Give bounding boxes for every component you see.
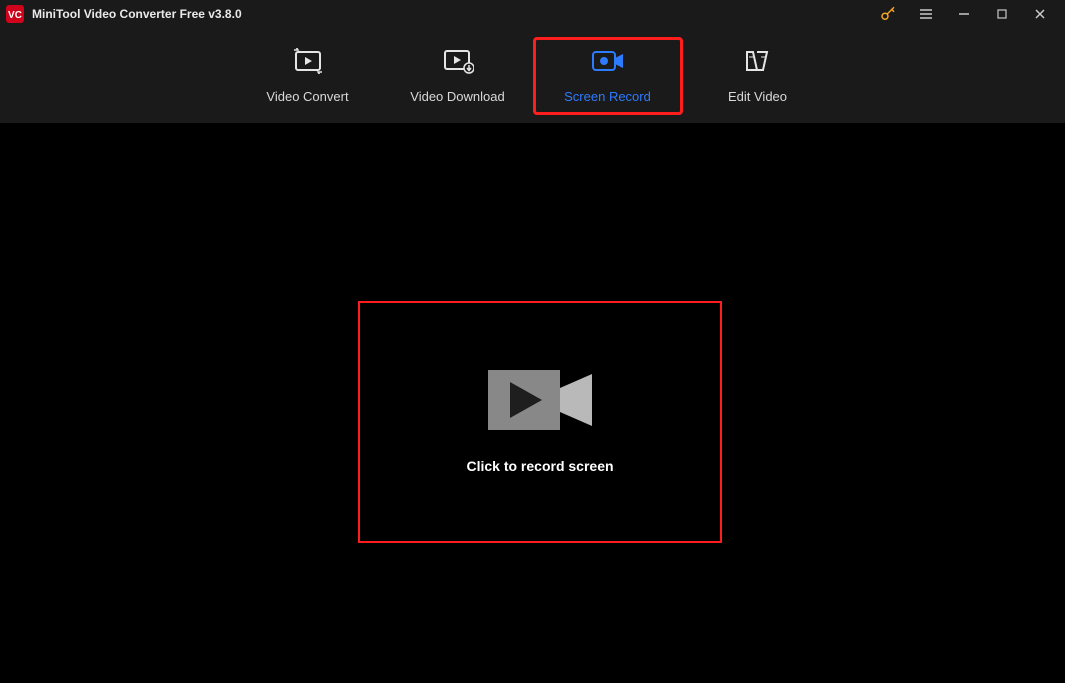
menu-icon[interactable] [907, 0, 945, 28]
camera-icon [488, 370, 592, 430]
main-panel: Click to record screen [0, 123, 1065, 683]
screen-record-icon [591, 47, 625, 75]
svg-text:VC: VC [8, 10, 22, 21]
tab-label: Edit Video [728, 89, 787, 104]
tab-label: Video Convert [266, 89, 348, 104]
minimize-button[interactable] [945, 0, 983, 28]
tab-screen-record[interactable]: Screen Record [533, 37, 683, 115]
tab-label: Screen Record [564, 89, 651, 104]
app-title: MiniTool Video Converter Free v3.8.0 [32, 7, 242, 21]
video-download-icon [442, 47, 474, 75]
record-caption: Click to record screen [466, 458, 613, 474]
tab-video-download[interactable]: Video Download [383, 37, 533, 115]
record-screen-button[interactable]: Click to record screen [358, 301, 722, 543]
video-convert-icon [292, 47, 324, 75]
title-bar: VC MiniTool Video Converter Free v3.8.0 [0, 0, 1065, 28]
tab-edit-video[interactable]: Edit Video [683, 37, 833, 115]
edit-video-icon [743, 47, 773, 75]
main-toolbar: Video Convert Video Download Screen Reco… [0, 28, 1065, 123]
app-logo-icon: VC [6, 5, 24, 23]
tab-video-convert[interactable]: Video Convert [233, 37, 383, 115]
tab-label: Video Download [410, 89, 504, 104]
close-button[interactable] [1021, 0, 1059, 28]
upgrade-key-icon[interactable] [869, 0, 907, 28]
maximize-button[interactable] [983, 0, 1021, 28]
